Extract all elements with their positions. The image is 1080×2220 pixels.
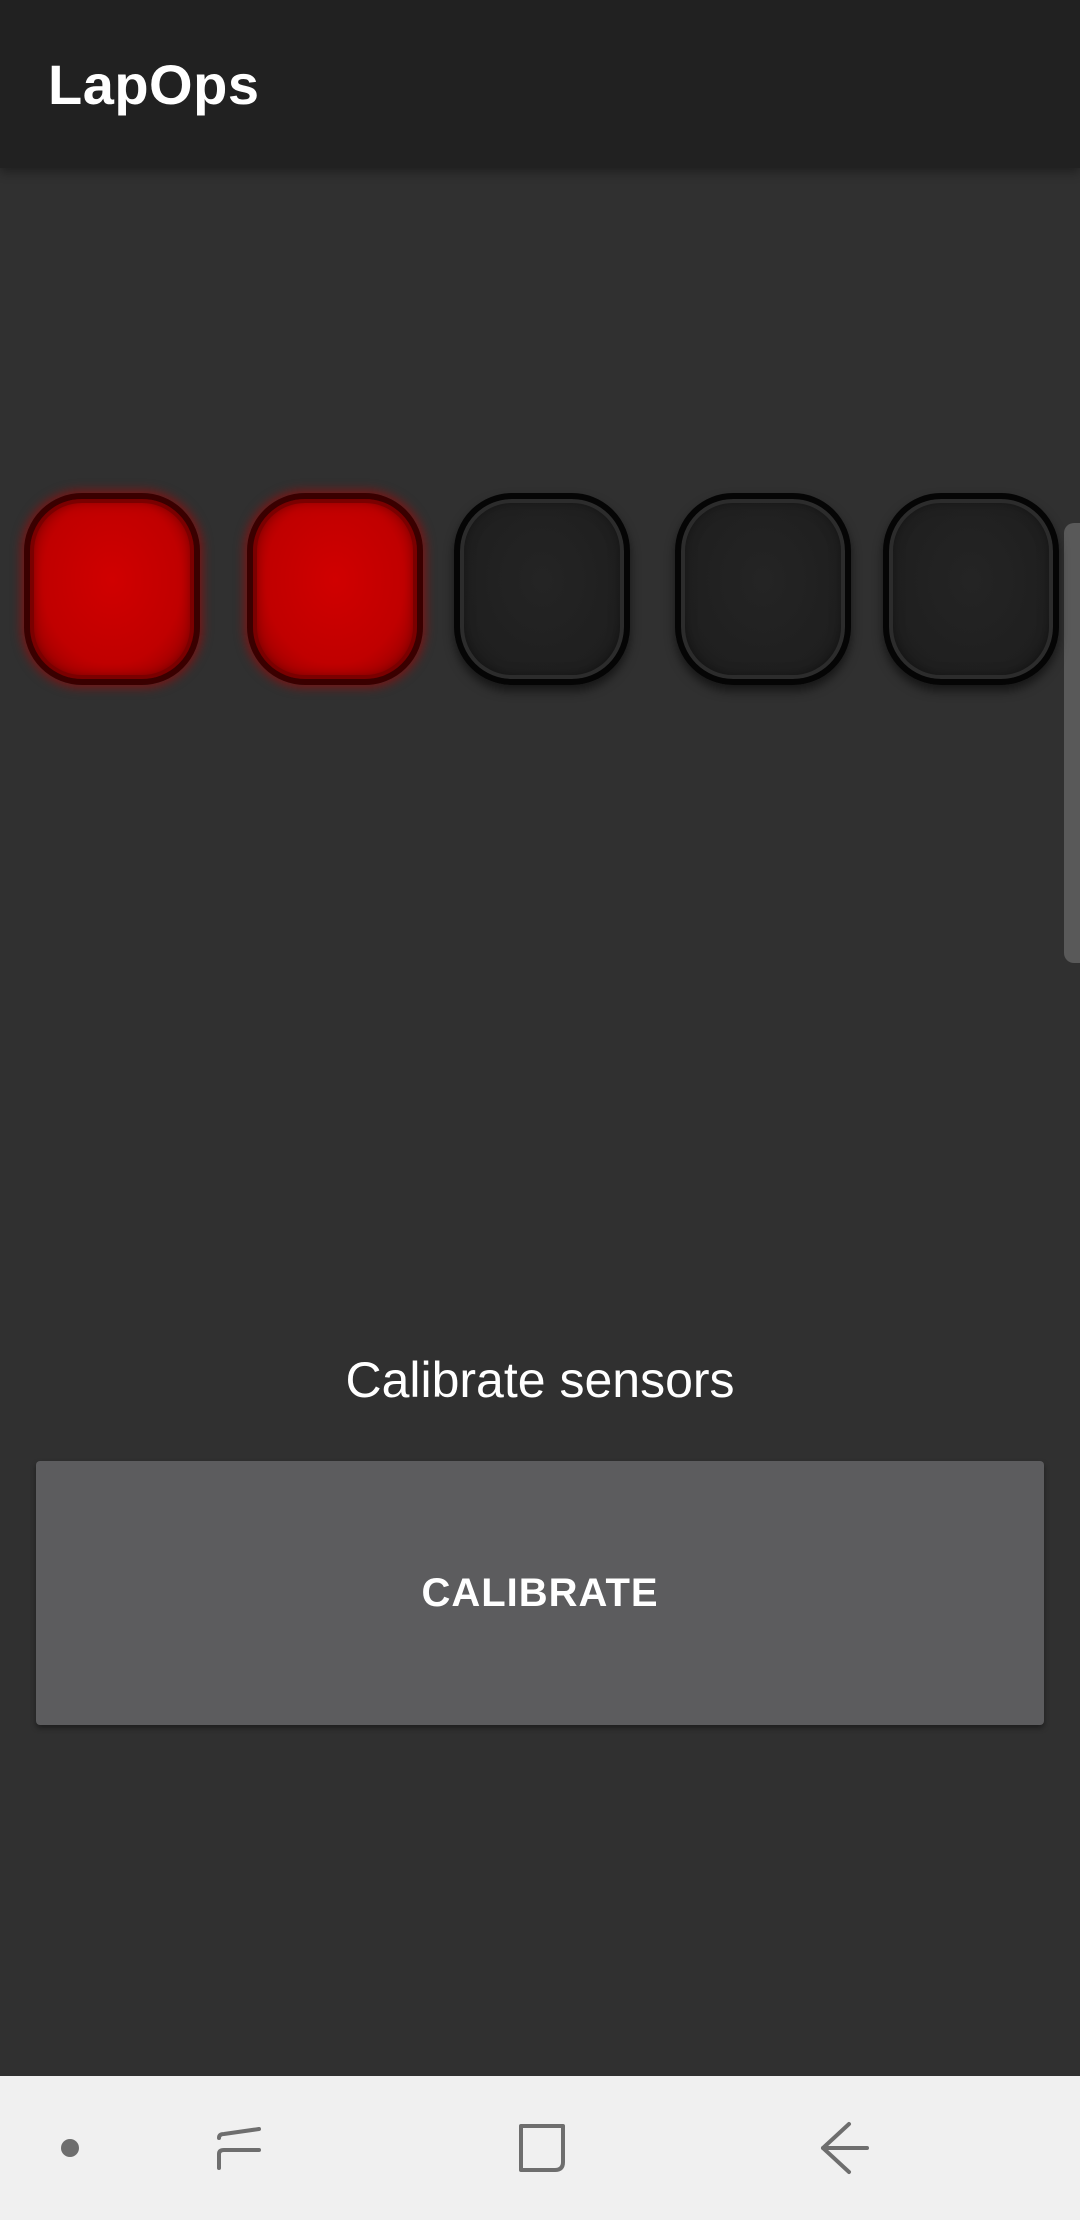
screen: LapOps Calibrate sensors CALIBRATE [0,0,1080,2220]
main-content[interactable]: Calibrate sensors CALIBRATE [0,168,1080,2076]
app-title: LapOps [48,53,260,116]
start-light-3 [454,493,630,685]
home-icon [519,2124,565,2172]
calibrate-button[interactable]: CALIBRATE [36,1461,1044,1725]
start-lights-row [0,493,1080,693]
calibrate-heading: Calibrate sensors [345,1352,735,1408]
nav-back-button[interactable] [795,2076,895,2220]
back-arrow-icon [821,2122,869,2174]
nav-home-button[interactable] [492,2076,592,2220]
nav-recent-apps-button[interactable] [190,2076,290,2220]
app-bar: LapOps [0,0,1080,168]
nav-dot-button[interactable] [30,2076,110,2220]
system-navigation-bar [0,2076,1080,2220]
start-light-4 [675,493,851,685]
dot-icon [61,2139,79,2157]
start-light-5 [883,493,1059,685]
start-light-1 [24,493,200,685]
start-light-2 [247,493,423,685]
recent-apps-icon [217,2127,261,2170]
